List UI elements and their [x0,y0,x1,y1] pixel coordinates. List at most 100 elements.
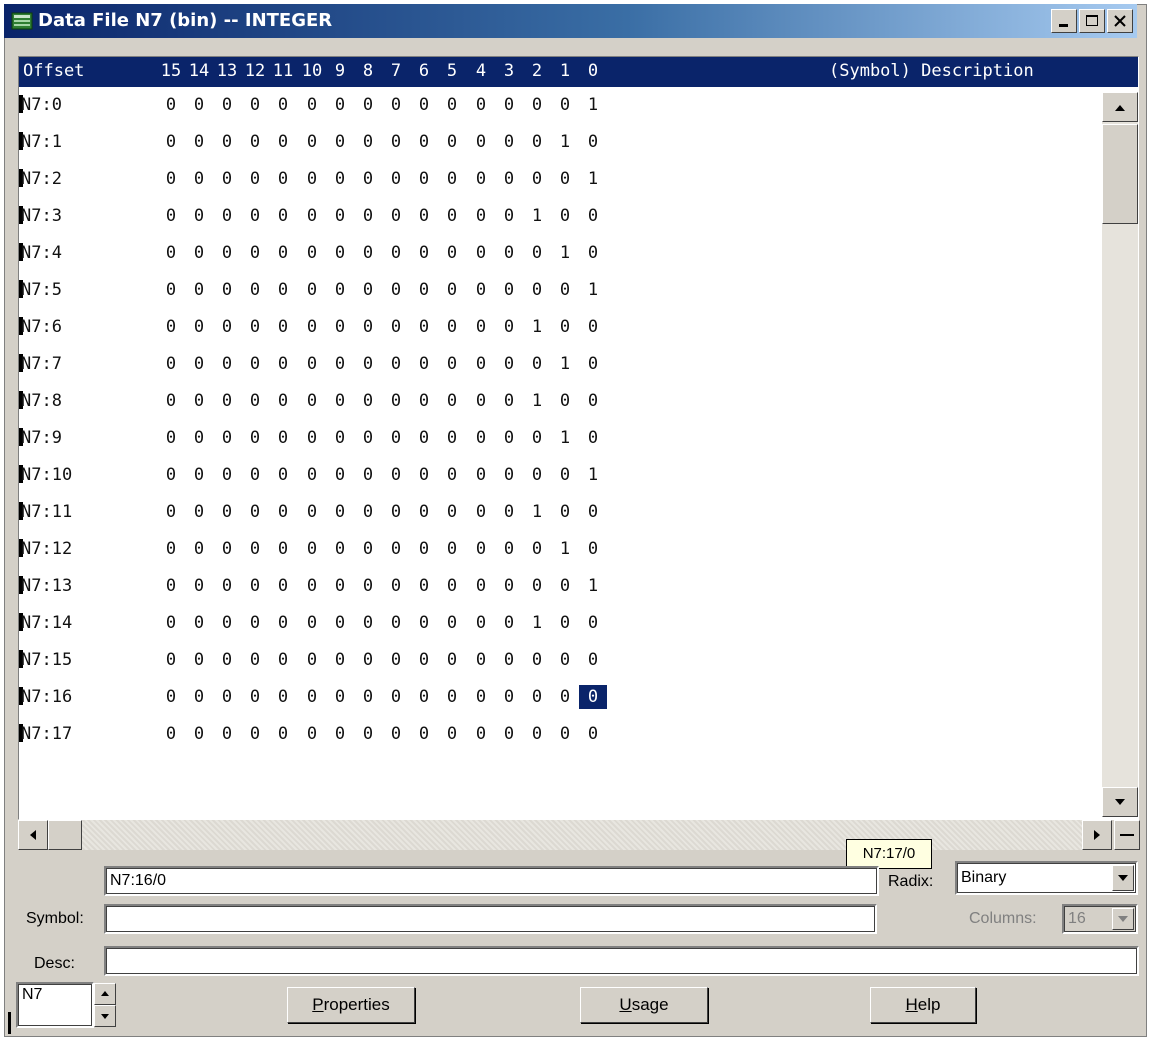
bit-cell[interactable]: 0 [551,648,579,672]
bit-cell[interactable]: 0 [438,167,466,191]
bit-cell[interactable]: 0 [354,93,382,117]
bit-cell[interactable]: 0 [495,500,523,524]
bit-cell[interactable]: 0 [382,278,410,302]
bit-cell[interactable]: 0 [298,574,326,598]
bit-cell[interactable]: 0 [438,241,466,265]
bit-cell[interactable]: 0 [382,685,410,709]
bit-cell[interactable]: 0 [410,685,438,709]
bit-cell[interactable]: 0 [495,241,523,265]
bit-cell[interactable]: 0 [410,574,438,598]
table-row[interactable]: N7:16 0 0 0 0 0 0 0 0 0 0 0 0 0 0 0 0 [19,679,1103,716]
bit-cell[interactable]: 0 [213,315,241,339]
bit-cell[interactable]: 0 [298,685,326,709]
bit-cell[interactable]: 0 [241,537,269,561]
bit-cell[interactable]: 0 [495,648,523,672]
bit-cell[interactable]: 0 [438,204,466,228]
data-grid[interactable]: Offset (Symbol) Description 15 14 13 12 11 10… [18,56,1139,820]
bit-cell[interactable]: 0 [185,204,213,228]
bit-cell[interactable]: 0 [551,315,579,339]
bit-cell[interactable]: 0 [523,537,551,561]
bit-cell[interactable]: 0 [298,93,326,117]
bit-cell[interactable]: 0 [269,611,297,635]
bit-cell[interactable]: 0 [326,278,354,302]
bit-cell[interactable]: 0 [241,93,269,117]
scroll-down-button[interactable] [1102,787,1138,817]
bit-cell[interactable]: 0 [523,722,551,746]
bit-cell[interactable]: 0 [269,537,297,561]
bit-cell[interactable]: 0 [157,352,185,376]
bit-cell[interactable]: 0 [185,500,213,524]
bit-cell[interactable]: 0 [298,130,326,154]
usage-button[interactable]: Usage [580,987,708,1023]
bit-cell[interactable]: 0 [467,93,495,117]
bit-cell[interactable]: 0 [579,241,607,265]
bit-cell[interactable]: 0 [213,426,241,450]
bit-cell[interactable]: 0 [438,352,466,376]
bit-cell[interactable]: 0 [410,130,438,154]
table-row[interactable]: N7:10 0 0 0 0 0 0 0 0 0 0 0 0 0 0 0 1 [19,457,1103,494]
horizontal-scrollbar[interactable] [18,820,1100,850]
bit-cell[interactable]: 1 [551,537,579,561]
bit-cell[interactable]: 0 [185,537,213,561]
bit-cell[interactable]: 0 [410,93,438,117]
bit-cell[interactable]: 0 [495,722,523,746]
bit-cell[interactable]: 0 [467,685,495,709]
bit-cell[interactable]: 0 [523,93,551,117]
bit-cell[interactable]: 0 [241,574,269,598]
bit-cell[interactable]: 0 [438,537,466,561]
bit-cell[interactable]: 0 [326,685,354,709]
bit-cell[interactable]: 0 [495,130,523,154]
bit-cell[interactable]: 0 [354,611,382,635]
table-row[interactable]: N7:13 0 0 0 0 0 0 0 0 0 0 0 0 0 0 0 1 [19,568,1103,605]
bit-cell[interactable]: 0 [157,463,185,487]
bit-cell[interactable]: 0 [269,426,297,450]
maximize-button[interactable] [1079,9,1105,33]
bit-cell[interactable]: 0 [326,241,354,265]
desc-field[interactable] [104,946,1139,976]
bit-cell[interactable]: 1 [551,241,579,265]
bit-cell[interactable]: 0 [438,574,466,598]
bit-cell[interactable]: 0 [523,574,551,598]
bit-cell[interactable]: 0 [495,204,523,228]
bit-cell[interactable]: 1 [551,130,579,154]
bit-cell[interactable]: 0 [382,574,410,598]
bit-cell[interactable]: 0 [213,93,241,117]
bit-cell[interactable]: 0 [467,241,495,265]
bit-cell[interactable]: 0 [157,389,185,413]
bit-cell[interactable]: 0 [269,389,297,413]
bit-cell[interactable]: 0 [523,685,551,709]
bit-cell[interactable]: 0 [523,426,551,450]
bit-cell[interactable]: 0 [354,574,382,598]
bit-cell[interactable]: 0 [495,685,523,709]
bit-cell[interactable]: 0 [495,315,523,339]
bit-cell[interactable]: 0 [326,426,354,450]
symbol-field[interactable] [104,904,877,934]
bit-cell[interactable]: 0 [185,389,213,413]
bit-cell[interactable]: 0 [326,463,354,487]
bit-cell[interactable]: 0 [551,574,579,598]
bit-cell[interactable]: 0 [269,463,297,487]
bit-cell[interactable]: 0 [410,426,438,450]
bit-cell[interactable]: 0 [495,537,523,561]
bit-cell[interactable]: 0 [326,389,354,413]
vertical-scrollbar[interactable] [1102,92,1138,817]
bit-cell[interactable]: 0 [382,352,410,376]
bit-cell[interactable]: 0 [213,241,241,265]
table-row[interactable]: N7:2 0 0 0 0 0 0 0 0 0 0 0 0 0 0 0 1 [19,161,1103,198]
table-row[interactable]: N7:4 0 0 0 0 0 0 0 0 0 0 0 0 0 0 1 0 [19,235,1103,272]
bit-cell[interactable]: 0 [438,130,466,154]
bit-cell[interactable]: 0 [382,426,410,450]
bit-cell[interactable]: 0 [579,352,607,376]
bit-cell[interactable]: 0 [438,93,466,117]
bit-cell[interactable]: 0 [326,537,354,561]
bit-cell[interactable]: 0 [438,463,466,487]
bit-cell[interactable]: 0 [551,167,579,191]
table-row[interactable]: N7:17 0 0 0 0 0 0 0 0 0 0 0 0 0 0 0 0 [19,716,1103,753]
bit-cell[interactable]: 0 [241,500,269,524]
bit-cell[interactable]: 0 [438,722,466,746]
bit-cell[interactable]: 0 [410,648,438,672]
bit-cell[interactable]: 0 [410,500,438,524]
bit-cell[interactable]: 0 [467,167,495,191]
bit-cell[interactable]: 0 [185,130,213,154]
bit-cell[interactable]: 0 [551,93,579,117]
